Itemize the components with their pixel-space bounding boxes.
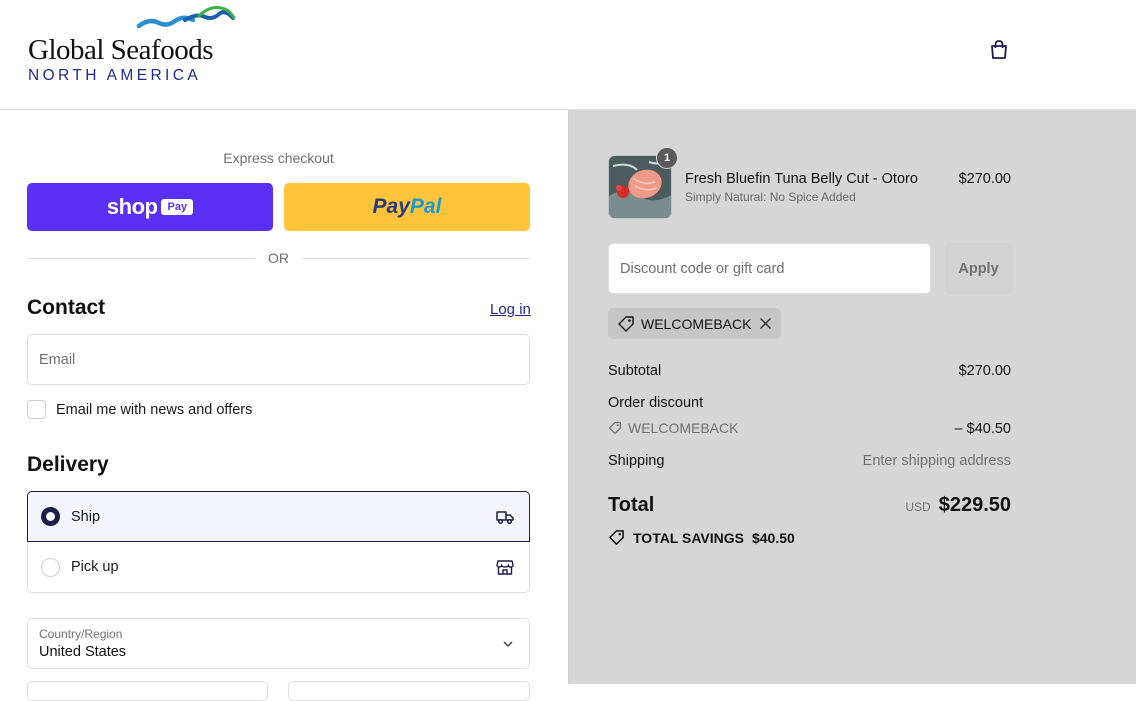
- wave-logo-mark: [136, 6, 235, 29]
- quantity-badge: 1: [656, 147, 678, 169]
- store-icon: [496, 560, 514, 575]
- ship-radio[interactable]: [41, 507, 60, 526]
- last-name-field[interactable]: [288, 681, 530, 701]
- savings-value: $40.50: [751, 529, 795, 546]
- brand-name: Global Seafoods: [28, 34, 214, 66]
- shop-pay-button[interactable]: shop Pay: [27, 183, 273, 231]
- discount-code-row: WELCOMEBACK: [608, 420, 738, 436]
- pickup-radio[interactable]: [41, 557, 60, 577]
- delivery-option-pickup[interactable]: Pick up: [27, 542, 530, 593]
- currency-code: USD: [905, 500, 931, 514]
- paypal-wordmark-part1: Pay: [372, 195, 410, 218]
- total-savings: TOTAL SAVINGS $40.50: [608, 529, 795, 546]
- tag-icon: [608, 421, 622, 435]
- contact-heading: Contact: [27, 296, 106, 319]
- applied-discount-chip: WELCOMEBACK: [608, 308, 782, 339]
- discount-code-input[interactable]: [609, 244, 930, 293]
- first-name-field[interactable]: [27, 681, 268, 701]
- or-divider: OR: [27, 250, 530, 268]
- order-discount-label: Order discount: [608, 395, 704, 411]
- product-variant: Simply Natural: No Spice Added: [685, 190, 856, 204]
- country-label: Country/Region: [39, 627, 123, 641]
- shopping-bag-icon: [991, 40, 1007, 59]
- remove-discount-button[interactable]: [759, 317, 772, 330]
- pickup-label: Pick up: [71, 559, 119, 575]
- site-header: Global Seafoods NORTH AMERICA: [0, 0, 1136, 110]
- total-label: Total: [608, 494, 655, 516]
- product-name: Fresh Bluefin Tuna Belly Cut - Otoro: [685, 171, 918, 187]
- shipping-value: Enter shipping address: [862, 453, 1011, 469]
- close-icon: [760, 317, 772, 330]
- applied-code-text: WELCOMEBACK: [641, 315, 752, 332]
- or-label: OR: [268, 250, 289, 266]
- total-value: $229.50: [938, 494, 1011, 516]
- cart-button[interactable]: [986, 37, 1012, 63]
- newsletter-row: Email me with news and offers: [27, 400, 252, 419]
- truck-icon: [496, 511, 514, 525]
- apply-discount-button[interactable]: Apply: [945, 243, 1012, 294]
- ship-label: Ship: [71, 508, 101, 525]
- newsletter-checkbox[interactable]: [27, 400, 46, 419]
- shop-pay-wordmark: shop: [106, 194, 158, 219]
- shop-pay-badge: Pay: [161, 199, 194, 215]
- brand-logo[interactable]: Global Seafoods NORTH AMERICA: [27, 6, 242, 86]
- order-summary: 1 Fresh Bluefin Tuna Belly Cut - Otoro S…: [568, 110, 1136, 684]
- product-price: $270.00: [958, 171, 1011, 187]
- delivery-option-ship[interactable]: Ship: [27, 491, 530, 542]
- email-field-wrapper: [27, 334, 530, 385]
- paypal-wordmark-part2: Pal: [409, 195, 442, 218]
- brand-subtitle: NORTH AMERICA: [28, 67, 202, 84]
- delivery-heading: Delivery: [27, 453, 109, 476]
- newsletter-label: Email me with news and offers: [56, 401, 253, 418]
- paypal-button[interactable]: Pay Pal: [284, 183, 530, 231]
- shipping-label: Shipping: [608, 453, 665, 469]
- tag-icon: [609, 530, 624, 545]
- country-value: United States: [39, 644, 127, 660]
- subtotal-label: Subtotal: [608, 363, 662, 379]
- checkout-form: Express checkout shop Pay Pay Pal OR Cont…: [0, 110, 568, 701]
- login-link[interactable]: Log in: [490, 301, 531, 318]
- discount-value: – $40.50: [954, 421, 1011, 437]
- discount-code-text: WELCOMEBACK: [628, 420, 739, 436]
- savings-label: TOTAL SAVINGS: [633, 529, 744, 546]
- chevron-down-icon: [503, 641, 513, 648]
- country-select[interactable]: Country/Region United States: [27, 618, 530, 669]
- express-checkout-label: Express checkout: [223, 150, 334, 166]
- discount-field-wrapper: [608, 243, 931, 294]
- subtotal-value: $270.00: [958, 363, 1011, 379]
- email-field[interactable]: [28, 335, 529, 384]
- tag-icon: [618, 315, 634, 332]
- total-amount: USD $229.50: [905, 494, 1011, 517]
